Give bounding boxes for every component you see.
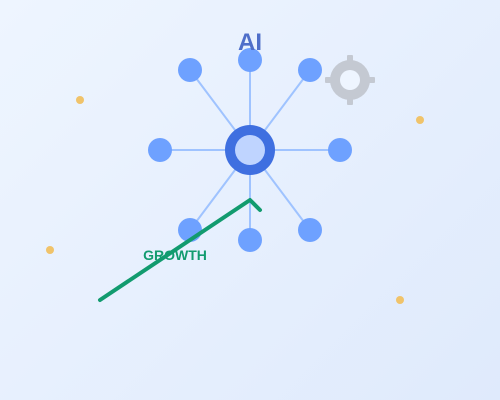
node-right xyxy=(328,138,352,162)
node-left xyxy=(148,138,172,162)
diagram-canvas: AI GROWTH xyxy=(46,29,424,304)
gear-hole xyxy=(340,70,360,90)
particle-dot xyxy=(46,246,54,254)
growth-label: GROWTH xyxy=(143,247,207,263)
hub-center xyxy=(235,135,265,165)
node-bottom-right xyxy=(298,218,322,242)
node-top-right xyxy=(298,58,322,82)
ai-network-diagram: AI GROWTH xyxy=(0,0,500,400)
network-hub xyxy=(225,125,275,175)
particle-dot xyxy=(76,96,84,104)
node-top-left xyxy=(178,58,202,82)
particle-dot xyxy=(416,116,424,124)
particle-dot xyxy=(396,296,404,304)
decorative-particles xyxy=(46,96,424,304)
node-bottom xyxy=(238,228,262,252)
diagram-title: AI xyxy=(238,29,262,56)
gear-icon xyxy=(325,55,375,105)
